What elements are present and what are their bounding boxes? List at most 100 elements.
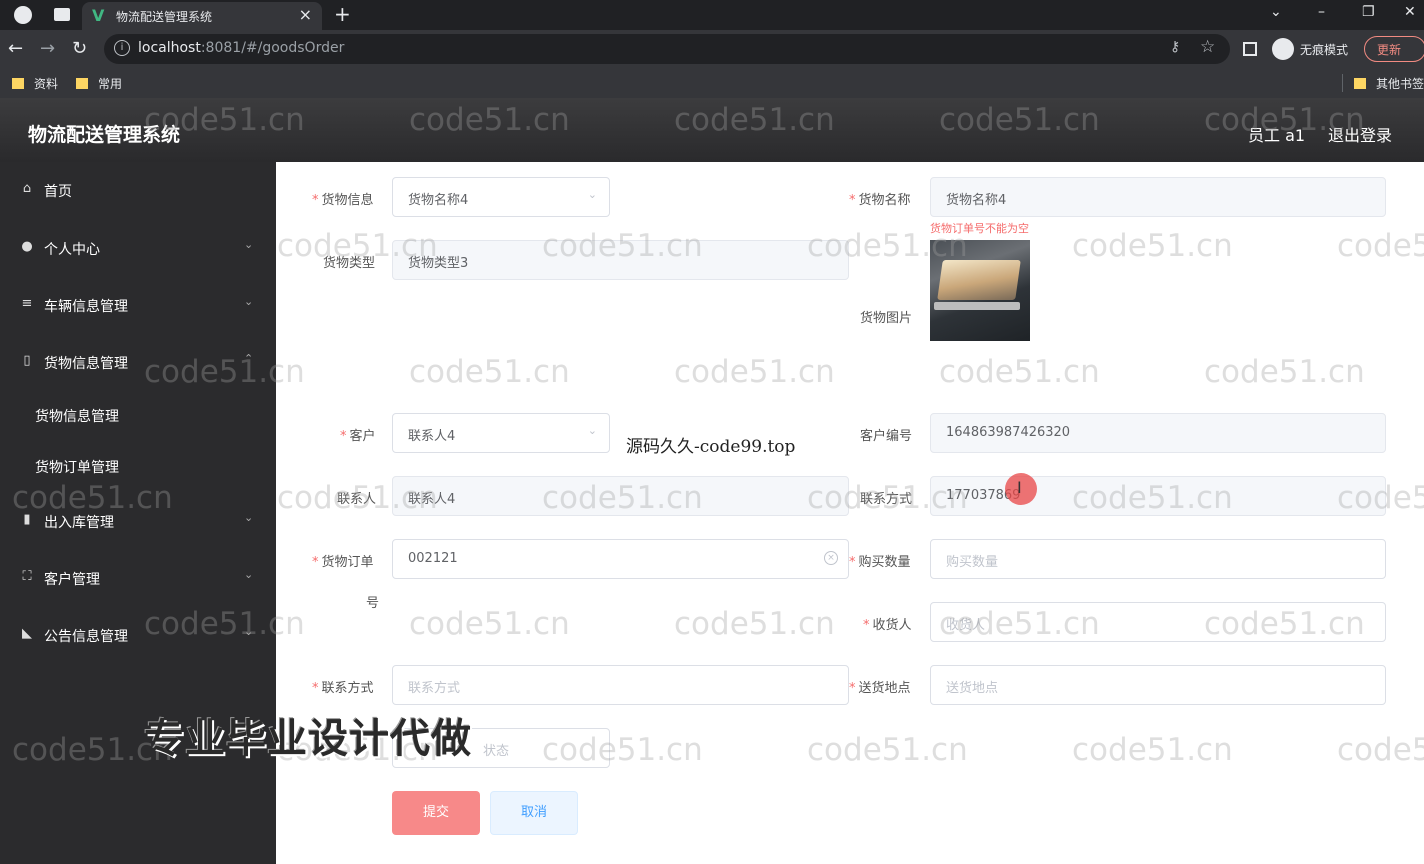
logout-link[interactable]: 退出登录: [1328, 122, 1392, 146]
status-placeholder: 状态: [483, 744, 510, 759]
sidebar-item-label: 货物订单管理: [35, 460, 119, 476]
user-icon: ●: [21, 239, 33, 254]
order-no-label-wrap: 号: [366, 596, 380, 611]
back-icon[interactable]: ←: [8, 38, 23, 59]
goods-name-field[interactable]: 货物名称4: [930, 177, 1386, 217]
customer-no-value: 164863987426320: [946, 425, 1071, 440]
sidebar-item-label: 货物信息管理: [44, 356, 128, 372]
sidebar-item-label: 首页: [44, 184, 72, 200]
sidebar-item-goods[interactable]: ▯ 货物信息管理 ⌃: [0, 342, 276, 382]
other-bookmarks[interactable]: 其他书签: [1354, 75, 1424, 92]
contact-label: 联系人: [337, 492, 377, 507]
reload-icon[interactable]: ↻: [72, 38, 87, 59]
cancel-button[interactable]: 取消: [490, 791, 578, 835]
label-text: 货物名称: [858, 193, 911, 208]
sidebar-item-announcements[interactable]: ◣ 公告信息管理 ⌄: [0, 615, 276, 655]
receiver-phone-input[interactable]: 联系方式: [392, 665, 849, 705]
customer-value: 联系人4: [408, 429, 456, 444]
goods-info-select[interactable]: 货物名称4 ⌄: [392, 177, 610, 217]
bookmark-star-icon[interactable]: ☆: [1200, 37, 1215, 57]
home-icon: ⌂: [22, 181, 32, 196]
goods-image[interactable]: [930, 240, 1030, 341]
goods-type-label: 货物类型: [323, 256, 376, 271]
url-path: :8081/#/goodsOrder: [200, 40, 345, 56]
customer-select[interactable]: 联系人4 ⌄: [392, 413, 610, 453]
label-text: 货物订单: [321, 555, 374, 570]
side-panel-icon[interactable]: [1243, 42, 1257, 56]
chrome-icon[interactable]: [14, 6, 32, 24]
sidebar-subitem-goods-info[interactable]: 货物信息管理: [0, 395, 276, 435]
goods-info-value: 货物名称4: [408, 193, 469, 208]
phone-icon: ▯: [23, 353, 31, 368]
receiver-phone-label: * 联系方式: [312, 681, 374, 696]
incognito-icon[interactable]: [1272, 38, 1294, 60]
label-text: 货物信息: [321, 193, 374, 208]
site-info-icon[interactable]: i: [114, 40, 130, 56]
sidebar-item-label: 客户管理: [44, 572, 100, 588]
minimize-icon[interactable]: –: [1318, 4, 1325, 20]
other-bookmarks-label: 其他书签: [1376, 77, 1424, 91]
close-window-icon[interactable]: ✕: [1404, 4, 1416, 20]
label-text: 联系方式: [321, 681, 374, 696]
tab-search-icon[interactable]: [54, 8, 70, 21]
delivery-addr-placeholder: 送货地点: [946, 681, 999, 696]
url-text[interactable]: localhost:8081/#/goodsOrder: [138, 40, 344, 56]
goods-name-value: 货物名称4: [946, 193, 1007, 208]
url-omnibox[interactable]: i localhost:8081/#/goodsOrder ⚷ ☆: [104, 34, 1230, 64]
bookmark-folder-1[interactable]: 资料: [12, 75, 58, 92]
vue-logo-icon: V: [92, 6, 105, 25]
tab-list-icon[interactable]: ⌄: [1270, 4, 1282, 20]
customer-label: * 客户: [340, 429, 376, 444]
sidebar-item-home[interactable]: ⌂ 首页: [0, 170, 276, 210]
submit-button[interactable]: 提交: [392, 791, 480, 835]
restore-icon[interactable]: ❐: [1362, 4, 1375, 20]
frame-icon: ⛶: [22, 569, 32, 584]
receiver-label: * 收货人: [863, 618, 912, 633]
label-text: 收货人: [872, 618, 912, 633]
sidebar-subitem-goods-order[interactable]: 货物订单管理: [0, 446, 276, 486]
contact-phone-field[interactable]: 177037869: [930, 476, 1386, 516]
delivery-addr-input[interactable]: 送货地点: [930, 665, 1386, 705]
goods-image-label: 货物图片: [860, 311, 913, 326]
goods-type-value: 货物类型3: [408, 256, 469, 271]
text-cursor-icon: I: [1017, 478, 1022, 497]
tab-close-icon[interactable]: ×: [299, 5, 312, 24]
browser-tab-bar: V 物流配送管理系统 × + ⌄ – ❐ ✕: [0, 0, 1424, 30]
browser-tab[interactable]: V 物流配送管理系统 ×: [82, 2, 322, 30]
forward-icon[interactable]: →: [40, 38, 55, 59]
quantity-placeholder: 购买数量: [946, 555, 999, 570]
key-icon[interactable]: ⚷: [1170, 39, 1180, 55]
quantity-input[interactable]: 购买数量: [930, 539, 1386, 579]
order-no-input[interactable]: 002121 ×: [392, 539, 849, 579]
bookmark-label: 资料: [34, 77, 59, 91]
goods-type-field[interactable]: 货物类型3: [392, 240, 849, 280]
current-user: 员工 a1: [1248, 126, 1306, 145]
sidebar-item-warehouse[interactable]: ▮ 出入库管理 ⌄: [0, 501, 276, 541]
folder-icon: [1354, 78, 1366, 89]
chevron-down-icon: ⌄: [244, 295, 254, 308]
clear-icon[interactable]: ×: [824, 551, 838, 565]
sidebar-item-label: 车辆信息管理: [44, 299, 128, 315]
receiver-input[interactable]: 收货人: [930, 602, 1386, 642]
contact-value: 联系人4: [408, 492, 456, 507]
sidebar-item-customers[interactable]: ⛶ 客户管理 ⌄: [0, 558, 276, 598]
label-text: 客户: [349, 429, 376, 444]
sidebar-item-vehicles[interactable]: ≡ 车辆信息管理 ⌄: [0, 285, 276, 325]
customer-no-field[interactable]: 164863987426320: [930, 413, 1386, 453]
chevron-up-icon: ⌃: [244, 352, 254, 365]
sidebar-item-label: 出入库管理: [44, 515, 114, 531]
order-no-value: 002121: [408, 551, 458, 566]
url-host: localhost: [138, 40, 201, 56]
app-title: 物流配送管理系统: [28, 124, 181, 146]
sidebar-item-label: 公告信息管理: [44, 629, 128, 645]
chevron-down-icon: ⌄: [587, 424, 597, 437]
sidebar-item-personal[interactable]: ● 个人中心 ⌄: [0, 228, 276, 268]
bookmark-folder-2[interactable]: 常用: [76, 75, 122, 92]
delivery-addr-label: * 送货地点: [849, 681, 911, 696]
update-button[interactable]: 更新: [1364, 36, 1424, 62]
update-label: 更新: [1377, 43, 1402, 57]
chevron-down-icon: ⌄: [244, 238, 254, 251]
contact-field[interactable]: 联系人4: [392, 476, 849, 516]
tab-title: 物流配送管理系统: [116, 10, 213, 24]
new-tab-icon[interactable]: +: [334, 2, 351, 26]
